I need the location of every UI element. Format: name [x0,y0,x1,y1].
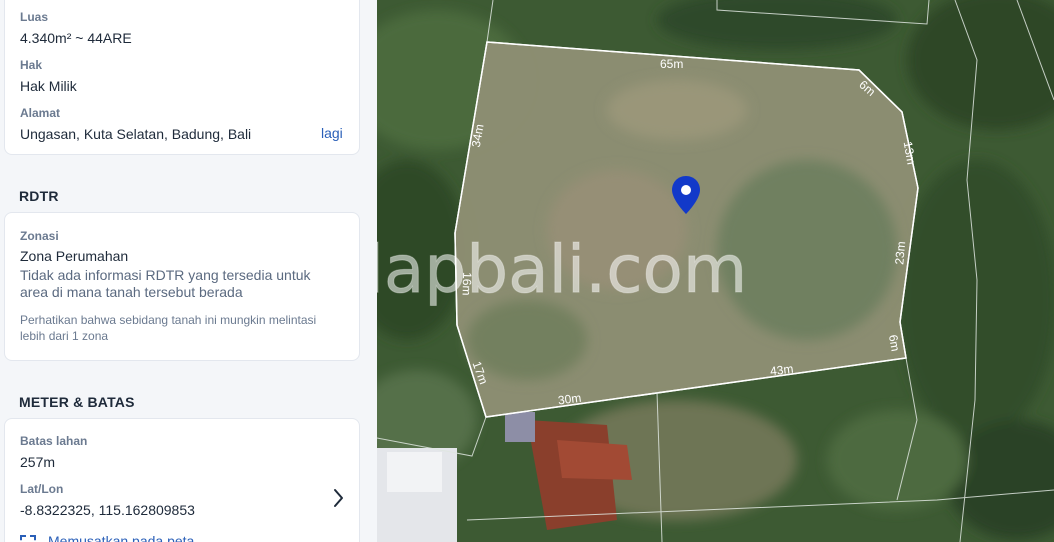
rdtr-card: Zonasi Zona Perumahan Tidak ada informas… [4,212,360,361]
center-on-map-button[interactable]: Memusatkan pada peta [20,533,194,542]
map-canvas[interactable]: 65m 6m 13m 23m 6m 43m 30m 17m 16m 34m da… [377,0,1054,542]
property-sidebar: Luas 4.340m² ~ 44ARE Hak Hak Milik Alama… [0,0,377,542]
rdtr-info-text: Tidak ada informasi RDTR yang tersedia u… [20,267,311,300]
batas-label: Batas lahan [20,434,88,448]
show-more-link[interactable]: lagi [321,125,343,141]
property-info-card: Luas 4.340m² ~ 44ARE Hak Hak Milik Alama… [4,0,360,155]
luas-value: 4.340m² ~ 44ARE [20,30,132,46]
alamat-value: Ungasan, Kuta Selatan, Badung, Bali [20,126,252,142]
batas-value: 257m [20,454,56,470]
crosshair-icon [20,535,36,542]
center-on-map-label: Memusatkan pada peta [48,533,195,542]
edge-label-top: 65m [660,57,683,71]
hak-label: Hak [20,58,43,72]
rdtr-section-title: RDTR [19,188,59,204]
hak-value: Hak Milik [20,78,77,94]
luas-label: Luas [20,10,49,24]
watermark: dapbali.com [377,231,747,308]
satellite-map[interactable]: 65m 6m 13m 23m 6m 43m 30m 17m 16m 34m da… [377,0,1054,542]
zonasi-label: Zonasi [20,229,59,243]
rdtr-notice-text: Perhatikan bahwa sebidang tanah ini mung… [20,313,317,343]
latlon-label: Lat/Lon [20,482,64,496]
latlon-value: -8.8322325, 115.162809853 [20,502,195,518]
latlon-expand-button[interactable] [328,484,348,512]
edge-label-east-mid: 23m [892,241,908,265]
meter-section-title: METER & BATAS [19,394,135,410]
edge-label-bottom-right: 43m [769,362,794,379]
edge-label-bottom-left: 30m [557,391,582,408]
meter-card: Batas lahan 257m Lat/Lon -8.8322325, 115… [4,418,360,542]
chevron-right-icon [334,489,343,507]
alamat-label: Alamat [20,106,61,120]
zonasi-value: Zona Perumahan [20,248,129,264]
edge-label-east-lower: 6m [886,334,903,353]
